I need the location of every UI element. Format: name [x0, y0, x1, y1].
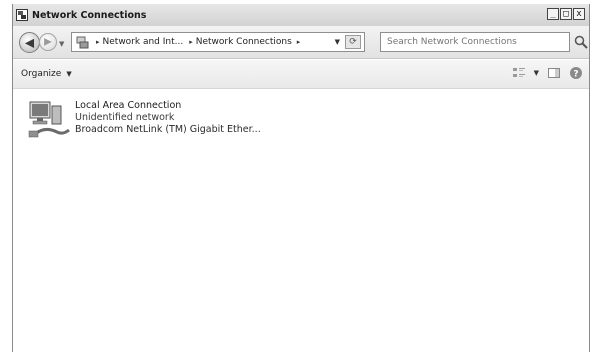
connection-status: Unidentified network	[75, 112, 175, 123]
search-icon[interactable]	[574, 35, 588, 49]
refresh-button[interactable]: ⟳	[345, 35, 361, 49]
breadcrumb-separator-icon[interactable]: ▸	[297, 38, 301, 46]
back-button[interactable]: ◀	[19, 32, 40, 53]
change-view-icon[interactable]	[512, 66, 526, 80]
forward-arrow-icon: ▶	[44, 36, 52, 48]
back-arrow-icon: ◀	[24, 35, 35, 50]
preview-pane-icon[interactable]	[547, 66, 561, 80]
connection-name: Local Area Connection	[75, 100, 182, 111]
minimize-button[interactable]: _	[547, 8, 559, 20]
title-bar[interactable]: Network Connections _ □ x	[13, 4, 589, 26]
breadcrumb-separator-icon[interactable]: ▸	[96, 38, 100, 46]
maximize-button[interactable]: □	[560, 8, 572, 20]
recent-pages-dropdown[interactable]: ▼	[59, 40, 64, 48]
network-folder-icon	[76, 36, 89, 49]
view-options-dropdown[interactable]: ▼	[534, 69, 539, 77]
window-title: Network Connections	[32, 9, 147, 21]
breadcrumb-item[interactable]: ▸ Network and Int...	[96, 37, 183, 47]
search-input[interactable]	[380, 32, 570, 52]
network-connections-icon	[16, 9, 28, 21]
window-controls: _ □ x	[547, 8, 585, 20]
network-adapter-icon	[28, 101, 70, 138]
list-item[interactable]: Local Area Connection Unidentified netwo…	[19, 98, 279, 146]
refresh-icon: ⟳	[349, 37, 357, 47]
network-connections-window: Network Connections _ □ x ◀ ▶ ▼ ▸ Network…	[12, 4, 590, 352]
organize-button[interactable]: Organize ▼	[21, 69, 72, 79]
address-bar[interactable]: ▸ Network and Int... ▸ Network Connections…	[71, 32, 365, 52]
organize-label: Organize	[21, 69, 62, 79]
chevron-down-icon: ▼	[66, 70, 72, 78]
breadcrumb-item[interactable]: ▸ Network Connections ▸	[189, 37, 303, 47]
address-row: ◀ ▶ ▼ ▸ Network and Int... ▸ Network Conne…	[13, 26, 589, 59]
command-bar-tools: ▼ ?	[512, 66, 583, 80]
command-bar: Organize ▼ ▼ ?	[13, 60, 589, 89]
help-icon[interactable]: ?	[569, 66, 583, 80]
connection-details: Local Area Connection Unidentified netwo…	[75, 100, 261, 136]
forward-button[interactable]: ▶	[39, 33, 57, 51]
breadcrumb-separator-icon[interactable]: ▸	[189, 38, 193, 46]
connections-list: Local Area Connection Unidentified netwo…	[13, 90, 589, 352]
close-button[interactable]: x	[573, 8, 585, 20]
svg-text:?: ?	[573, 70, 578, 80]
address-dropdown-button[interactable]: ▼	[335, 38, 340, 46]
connection-device: Broadcom NetLink (TM) Gigabit Ether...	[75, 124, 261, 135]
